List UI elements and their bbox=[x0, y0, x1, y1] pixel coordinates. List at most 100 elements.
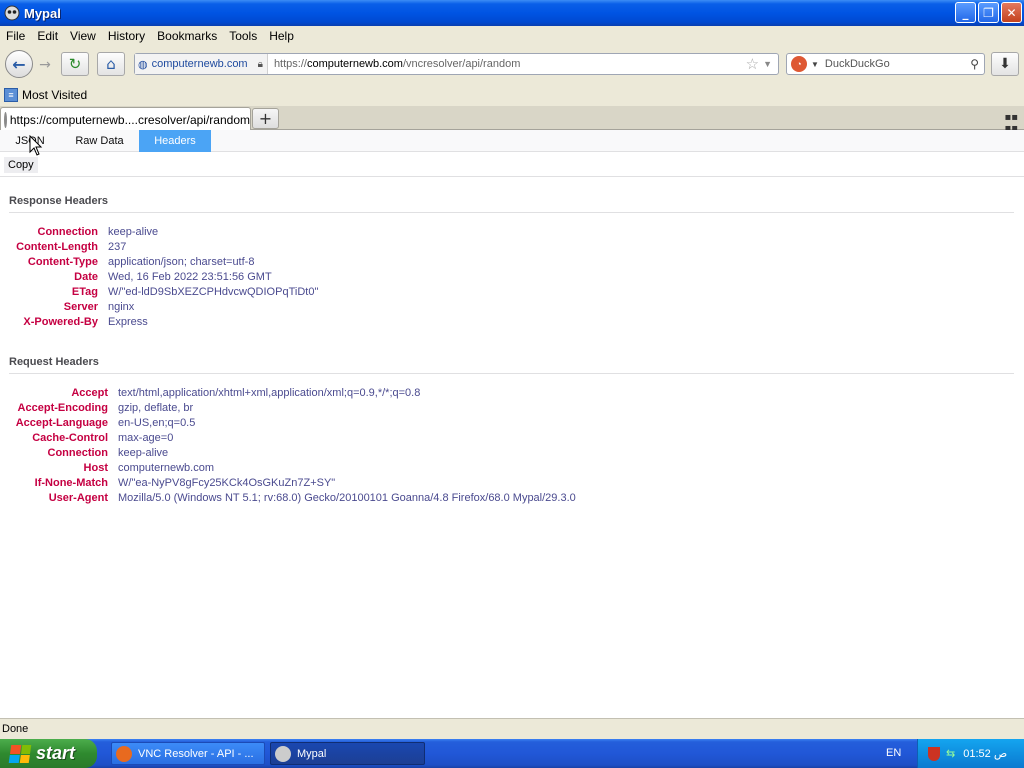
taskbar-item-mypal[interactable]: Mypal bbox=[270, 742, 425, 765]
response-headers-table: Connection keep-alive Content-Length 237 Con… bbox=[9, 224, 318, 329]
header-row: Connection keep-alive bbox=[9, 224, 318, 239]
forward-button[interactable]: → bbox=[34, 55, 56, 75]
mypal-icon bbox=[275, 745, 291, 762]
menu-history[interactable]: History bbox=[102, 29, 151, 43]
maximize-button[interactable]: ❐ bbox=[978, 2, 999, 23]
header-value: Express bbox=[108, 315, 148, 328]
header-row: Cache-Control max-age=0 bbox=[9, 430, 576, 445]
close-icon: ✕ bbox=[1006, 5, 1017, 20]
plus-icon: + bbox=[258, 109, 273, 128]
header-row: Host computernewb.com bbox=[9, 460, 576, 475]
language-indicator[interactable]: EN bbox=[886, 747, 901, 759]
header-name: Connection bbox=[47, 446, 109, 459]
download-arrow-icon: ⬇ bbox=[999, 56, 1011, 72]
header-value: keep-alive bbox=[108, 225, 159, 238]
search-engine-dropdown-icon[interactable]: ▼ bbox=[811, 60, 819, 69]
minimize-button[interactable]: _ bbox=[955, 2, 976, 23]
forward-arrow-icon: → bbox=[39, 57, 51, 73]
header-name: ETag bbox=[71, 285, 98, 298]
viewer-toolbar: Copy bbox=[0, 153, 1024, 177]
home-icon: ⌂ bbox=[106, 55, 116, 73]
header-row: User-Agent Mozilla/5.0 (Windows NT 5.1; r… bbox=[9, 490, 576, 505]
reload-button[interactable]: ↻ bbox=[61, 52, 89, 76]
start-label: start bbox=[36, 743, 76, 763]
header-name: Host bbox=[83, 461, 108, 474]
tab-title: https://computernewb....cresolver/api/ra… bbox=[9, 112, 250, 127]
menu-edit[interactable]: Edit bbox=[31, 29, 64, 43]
duckduckgo-icon[interactable]: ◔ bbox=[791, 56, 807, 72]
taskbar-item-vnc-resolver[interactable]: VNC Resolver - API - ... bbox=[111, 742, 265, 765]
menu-help[interactable]: Help bbox=[263, 29, 300, 43]
header-row: X-Powered-By Express bbox=[9, 314, 318, 329]
header-row: Accept-Language en-US,en;q=0.5 bbox=[9, 415, 576, 430]
header-value: computernewb.com bbox=[118, 461, 214, 474]
header-name: Connection bbox=[37, 225, 99, 238]
navigation-toolbar: ← → ↻ ⌂ ◍ computernewb.com 🔒︎ https://co… bbox=[0, 46, 1024, 84]
bookmark-star-icon[interactable]: ☆ bbox=[746, 55, 759, 73]
url-dropdown-icon[interactable]: ▼ bbox=[763, 59, 772, 69]
header-name: Cache-Control bbox=[32, 431, 108, 444]
menu-bookmarks[interactable]: Bookmarks bbox=[151, 29, 223, 43]
site-identity[interactable]: ◍ computernewb.com 🔒︎ bbox=[135, 54, 268, 74]
header-row: If-None-Match W/"ea-NyPV8gFcy25KCk4OsGKuZ… bbox=[9, 475, 576, 490]
header-row: Server nginx bbox=[9, 299, 318, 314]
clock: 01:52 ص bbox=[963, 748, 1008, 760]
url-text[interactable]: https://computernewb.com/vncresolver/api… bbox=[274, 58, 746, 70]
identity-site: computernewb.com bbox=[151, 58, 248, 70]
search-icon[interactable]: ⚲ bbox=[970, 57, 979, 71]
request-headers-title: Request Headers bbox=[9, 356, 99, 368]
header-value: application/json; charset=utf-8 bbox=[108, 255, 255, 268]
most-visited-bookmark[interactable]: Most Visited bbox=[22, 88, 87, 102]
header-name: User-Agent bbox=[48, 491, 108, 504]
copy-button[interactable]: Copy bbox=[4, 157, 38, 173]
network-icon[interactable]: ⇆ bbox=[946, 747, 955, 760]
header-name: Server bbox=[63, 300, 98, 313]
url-bar[interactable]: ◍ computernewb.com 🔒︎ https://computerne… bbox=[134, 53, 779, 75]
search-bar[interactable]: ◔ ▼ DuckDuckGo ⚲ bbox=[786, 53, 985, 75]
close-button[interactable]: ✕ bbox=[1001, 2, 1022, 23]
start-button[interactable]: start bbox=[0, 739, 97, 768]
header-name: X-Powered-By bbox=[23, 315, 98, 328]
minimize-icon: _ bbox=[962, 5, 969, 20]
bookmarks-toolbar: ≡ Most Visited bbox=[0, 84, 1024, 106]
menu-view[interactable]: View bbox=[64, 29, 102, 43]
mouse-cursor-icon bbox=[29, 135, 43, 156]
url-path: /vncresolver/api/random bbox=[402, 58, 521, 70]
mypal-app-icon bbox=[4, 5, 20, 21]
header-row: Content-Length 237 bbox=[9, 239, 318, 254]
response-divider bbox=[9, 212, 1014, 213]
menu-tools[interactable]: Tools bbox=[223, 29, 263, 43]
header-name: Accept bbox=[71, 386, 108, 399]
header-value: W/"ea-NyPV8gFcy25KCk4OsGKuZn7Z+SY" bbox=[118, 476, 336, 489]
header-value: Mozilla/5.0 (Windows NT 5.1; rv:68.0) Ge… bbox=[118, 491, 576, 504]
url-host: computernewb.com bbox=[306, 58, 403, 70]
home-button[interactable]: ⌂ bbox=[97, 52, 125, 76]
taskbar-item-label: VNC Resolver - API - ... bbox=[138, 747, 254, 760]
tab-raw-data[interactable]: Raw Data bbox=[60, 130, 139, 152]
header-value: nginx bbox=[108, 300, 135, 313]
status-text: Done bbox=[2, 723, 29, 735]
system-tray: ⇆ 01:52 ص bbox=[917, 739, 1024, 768]
tab-favicon-icon bbox=[4, 111, 7, 128]
lock-icon: 🔒︎ bbox=[257, 58, 263, 70]
search-placeholder[interactable]: DuckDuckGo bbox=[825, 58, 970, 70]
most-visited-icon: ≡ bbox=[4, 88, 18, 102]
header-name: Date bbox=[74, 270, 98, 283]
header-name: If-None-Match bbox=[34, 476, 108, 489]
request-divider bbox=[9, 373, 1014, 374]
tab-headers[interactable]: Headers bbox=[139, 130, 211, 152]
security-shield-icon[interactable] bbox=[928, 746, 940, 761]
header-value: text/html,application/xhtml+xml,applicat… bbox=[118, 386, 421, 399]
restore-icon: ❐ bbox=[983, 5, 994, 20]
windows-taskbar: start VNC Resolver - API - ... Mypal EN … bbox=[0, 739, 1024, 768]
firefox-icon bbox=[116, 745, 132, 762]
new-tab-button[interactable]: + bbox=[252, 108, 279, 129]
menu-file[interactable]: File bbox=[0, 29, 31, 43]
header-row: ETag W/"ed-ldD9SbXEZCPHdvcwQDIOPqTiDt0" bbox=[9, 284, 318, 299]
globe-icon: ◍ bbox=[138, 58, 148, 71]
header-row: Accept text/html,application/xhtml+xml,ap… bbox=[9, 385, 576, 400]
windows-flag-icon bbox=[8, 744, 32, 763]
browser-tab[interactable]: https://computernewb....cresolver/api/ra… bbox=[0, 107, 251, 131]
downloads-button[interactable]: ⬇ bbox=[991, 52, 1019, 76]
back-button[interactable]: ← bbox=[5, 50, 33, 78]
